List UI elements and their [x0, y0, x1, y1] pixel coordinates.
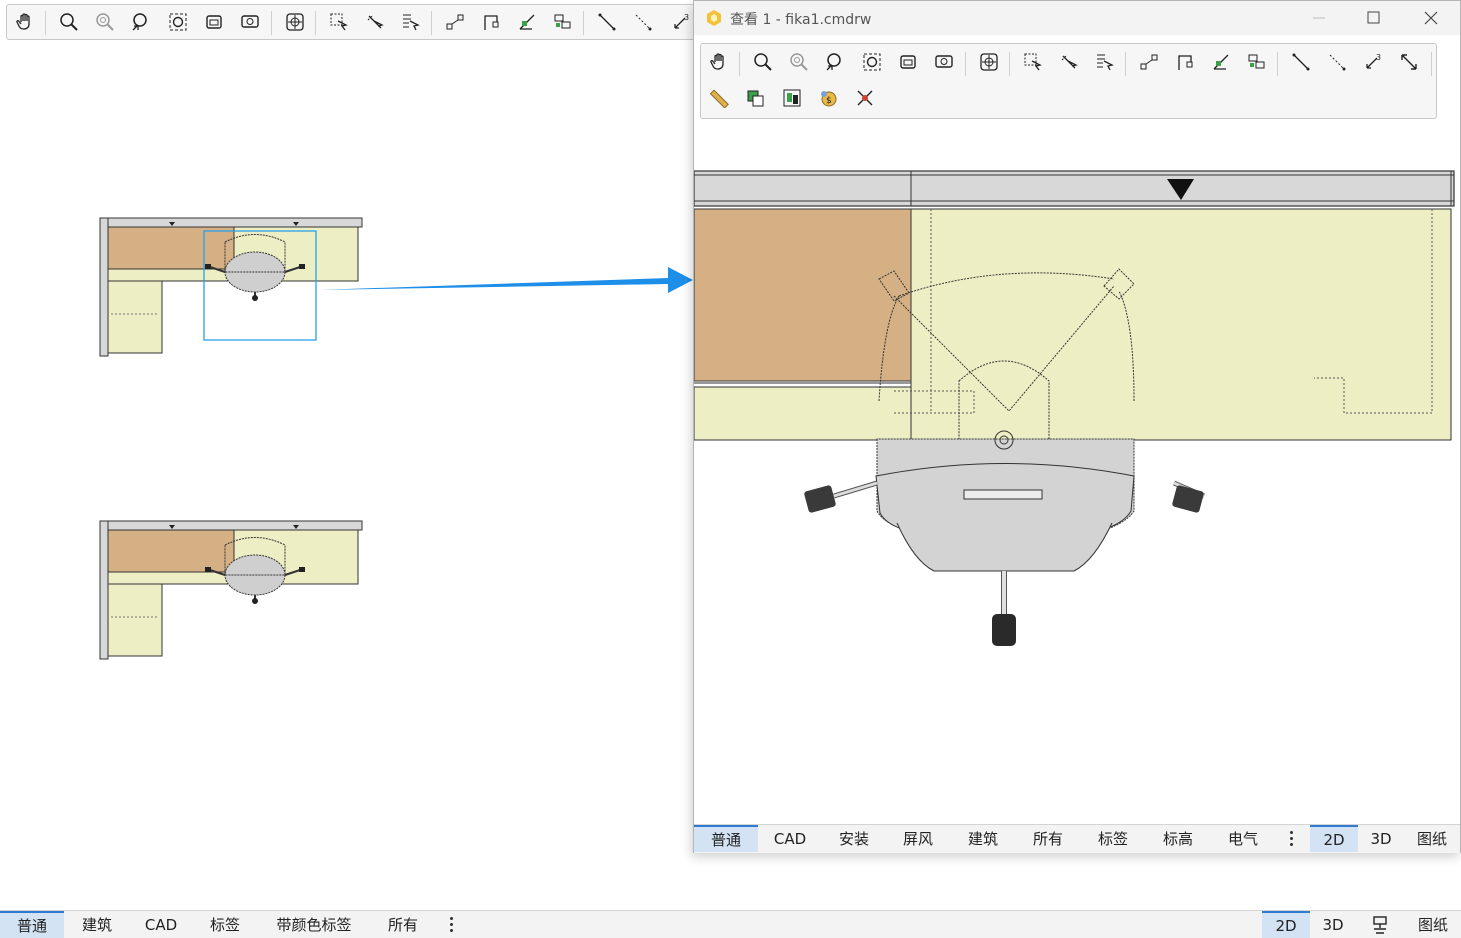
tab-all[interactable]: 所有 — [1016, 825, 1080, 852]
maximize-icon[interactable] — [1360, 10, 1386, 26]
minimize-icon[interactable] — [1306, 10, 1332, 26]
tab-cad[interactable]: CAD — [130, 911, 192, 938]
view-drawing[interactable]: 图纸 — [1406, 825, 1458, 852]
tab-colored-tags[interactable]: 带颜色标签 — [258, 911, 370, 938]
select-icon[interactable] — [1019, 48, 1047, 76]
stretch-icon[interactable] — [1395, 48, 1423, 76]
zoom-extents-icon[interactable] — [164, 8, 192, 36]
tab-all[interactable]: 所有 — [372, 911, 434, 938]
copy-icon[interactable] — [741, 84, 769, 112]
svg-text:3: 3 — [1376, 53, 1381, 62]
svg-text:$: $ — [826, 96, 832, 106]
price-icon[interactable]: $ — [814, 84, 842, 112]
tab-installation[interactable]: 安装 — [822, 825, 886, 852]
measure-dotted-icon[interactable] — [629, 8, 657, 36]
arrange-icon[interactable] — [549, 8, 577, 36]
select-icon[interactable] — [325, 8, 353, 36]
workstation-plan-lower[interactable] — [96, 517, 368, 662]
view-3d[interactable]: 3D — [1358, 825, 1404, 852]
view-window-bottom-bar: 普通 CAD 安装 屏风 建筑 所有 标签 标高 电气 2D 3D 图纸 — [694, 824, 1460, 853]
ruler-icon[interactable] — [705, 84, 733, 112]
view-drawing[interactable]: 图纸 — [1406, 911, 1460, 938]
tab-elevation[interactable]: 标高 — [1146, 825, 1210, 852]
tab-tags[interactable]: 标签 — [194, 911, 256, 938]
pan-hand-icon[interactable] — [11, 8, 39, 36]
align-icon[interactable] — [477, 8, 505, 36]
tab-screens[interactable]: 屏风 — [886, 825, 950, 852]
tab-architecture[interactable]: 建筑 — [950, 825, 1016, 852]
view-2d[interactable]: 2D — [1310, 825, 1358, 852]
zoom-icon[interactable] — [55, 8, 83, 36]
tab-cad[interactable]: CAD — [758, 825, 822, 852]
zoom-window-icon[interactable] — [200, 8, 228, 36]
callout-arrow — [318, 267, 693, 293]
center-icon[interactable] — [281, 8, 309, 36]
rotate-icon[interactable] — [1207, 48, 1235, 76]
select-all-icon[interactable] — [396, 8, 424, 36]
svg-text:3: 3 — [684, 13, 689, 22]
tab-electrical[interactable]: 电气 — [1210, 825, 1276, 852]
measure-line-icon[interactable] — [593, 8, 621, 36]
zoom-fine-icon[interactable] — [91, 8, 119, 36]
view-3d[interactable]: 3D — [1310, 911, 1356, 938]
dimension-icon[interactable]: 3 — [1359, 48, 1387, 76]
dimension-icon[interactable]: 3 — [667, 8, 695, 36]
pan-hand-icon[interactable] — [705, 48, 733, 76]
main-bottom-bar: 普通 建筑 CAD 标签 带颜色标签 所有 2D 3D 图纸 — [0, 910, 1461, 938]
zoom-extents-icon[interactable] — [858, 48, 886, 76]
deselect-icon[interactable] — [361, 8, 389, 36]
view-2d[interactable]: 2D — [1262, 911, 1310, 938]
view-toolbar: 3 $ — [700, 43, 1437, 119]
more-tabs-icon[interactable] — [444, 911, 458, 938]
zoom-previous-icon[interactable] — [236, 8, 264, 36]
zoom-out-icon[interactable] — [127, 8, 155, 36]
tab-normal[interactable]: 普通 — [694, 825, 758, 852]
zoom-previous-icon[interactable] — [930, 48, 958, 76]
delete-icon[interactable] — [851, 84, 879, 112]
more-tabs-icon[interactable] — [1284, 825, 1298, 852]
zoom-out-icon[interactable] — [821, 48, 849, 76]
view-drawing-canvas[interactable] — [694, 121, 1460, 824]
measure-dotted-icon[interactable] — [1323, 48, 1351, 76]
center-icon[interactable] — [975, 48, 1003, 76]
select-all-icon[interactable] — [1090, 48, 1118, 76]
connect-icon[interactable] — [1135, 48, 1163, 76]
zoom-window-icon[interactable] — [894, 48, 922, 76]
close-icon[interactable] — [1418, 10, 1444, 26]
view-window-titlebar[interactable]: 查看 1 - fika1.cmdrw — [694, 1, 1460, 35]
arrange-icon[interactable] — [1243, 48, 1271, 76]
connect-icon[interactable] — [441, 8, 469, 36]
zoom-fine-icon[interactable] — [785, 48, 813, 76]
group-icon[interactable] — [778, 84, 806, 112]
zoom-icon[interactable] — [749, 48, 777, 76]
tab-normal[interactable]: 普通 — [0, 911, 64, 938]
view-window[interactable]: 查看 1 - fika1.cmdrw 3 $ 普通 CAD 安装 屏风 建筑 所… — [693, 0, 1461, 853]
tab-architecture[interactable]: 建筑 — [66, 911, 128, 938]
split-view-icon[interactable] — [1358, 911, 1402, 938]
deselect-icon[interactable] — [1055, 48, 1083, 76]
tab-tags[interactable]: 标签 — [1080, 825, 1146, 852]
window-title: 查看 1 - fika1.cmdrw — [730, 12, 872, 28]
main-toolbar: 3 — [6, 4, 706, 40]
measure-line-icon[interactable] — [1287, 48, 1315, 76]
rotate-icon[interactable] — [513, 8, 541, 36]
app-logo-icon — [707, 10, 721, 26]
align-icon[interactable] — [1171, 48, 1199, 76]
